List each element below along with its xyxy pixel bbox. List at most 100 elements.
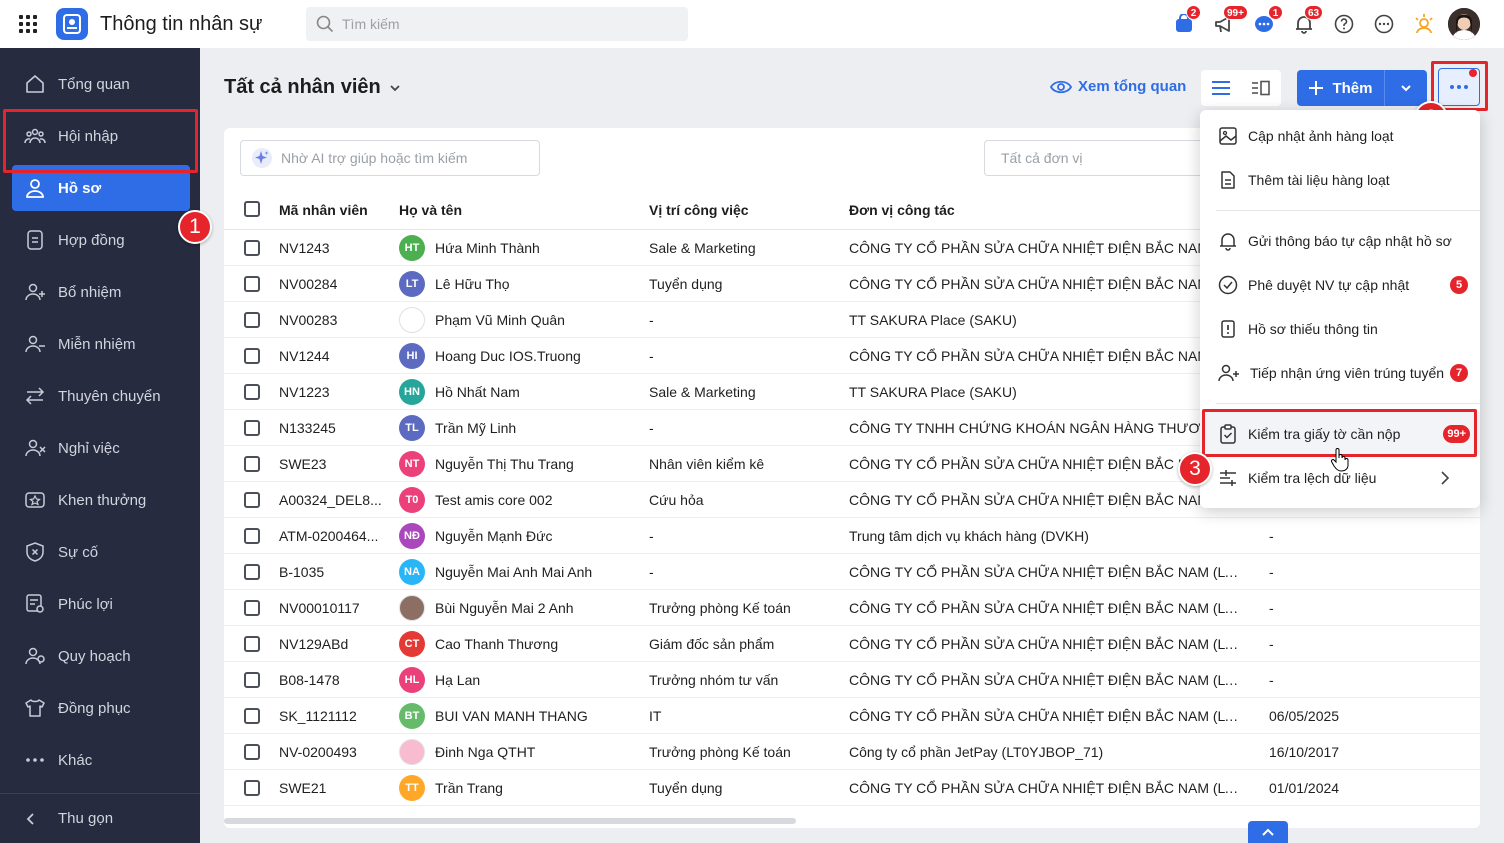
column-header-id[interactable]: Mã nhân viên	[279, 202, 368, 218]
app-launcher-button[interactable]	[0, 0, 56, 48]
user-avatar-button[interactable]	[1444, 0, 1484, 48]
page-title[interactable]: Tất cả nhân viên	[224, 76, 401, 99]
unit-filter-select[interactable]: Tất cả đơn vị	[984, 140, 1214, 176]
row-checkbox[interactable]	[244, 384, 260, 400]
image-icon	[1219, 127, 1237, 145]
store-button[interactable]: 2	[1164, 0, 1204, 48]
employee-name[interactable]: BUI VAN MANH THANG	[435, 708, 635, 724]
sidebar-item-reward[interactable]: Khen thưởng	[12, 477, 190, 523]
menu-item-incomplete-profiles[interactable]: Hồ sơ thiếu thông tin	[1200, 307, 1480, 351]
employee-name[interactable]: Hứa Minh Thành	[435, 240, 635, 256]
row-checkbox[interactable]	[244, 420, 260, 436]
table-row[interactable]: B08-1478 HL Hạ Lan Trưởng nhóm tư vấn CÔNG T…	[224, 662, 1480, 698]
column-header-name[interactable]: Họ và tên	[399, 202, 462, 218]
overview-link-label: Xem tổng quan	[1078, 78, 1187, 95]
scroll-to-top-button[interactable]	[1248, 821, 1288, 843]
avatar: HL	[399, 667, 425, 693]
sidebar-item-dismissal[interactable]: Miễn nhiệm	[12, 321, 190, 367]
row-checkbox[interactable]	[244, 456, 260, 472]
row-checkbox[interactable]	[244, 672, 260, 688]
sidebar-item-appointment[interactable]: Bổ nhiệm	[12, 269, 190, 315]
sidebar-item-other[interactable]: Khác	[12, 737, 190, 783]
notification-button[interactable]: 63	[1284, 0, 1324, 48]
select-all-checkbox[interactable]	[244, 201, 260, 217]
sidebar-item-uniform[interactable]: Đồng phục	[12, 685, 190, 731]
table-row[interactable]: NV-0200493 Đinh Nga QTHT Trưởng phòng Kế t…	[224, 734, 1480, 770]
ai-search-input[interactable]: Nhờ AI trợ giúp hoặc tìm kiếm	[240, 140, 540, 176]
table-row[interactable]: NV129ABd CT Cao Thanh Thương Giám đốc sản p…	[224, 626, 1480, 662]
table-row[interactable]: SK_1121112 BT BUI VAN MANH THANG IT CÔNG TY …	[224, 698, 1480, 734]
menu-item-receive-candidates[interactable]: Tiếp nhận ứng viên trúng tuyển 7	[1200, 351, 1480, 395]
sidebar-item-label: Khác	[58, 751, 93, 769]
table-row[interactable]: ATM-0200464... NĐ Nguyễn Mạnh Đức - Trung tâ…	[224, 518, 1480, 554]
employee-name[interactable]: Hoang Duc IOS.Truong	[435, 348, 635, 364]
menu-item-bulk-document-add[interactable]: Thêm tài liệu hàng loạt	[1200, 158, 1480, 202]
row-checkbox[interactable]	[244, 708, 260, 724]
row-checkbox[interactable]	[244, 636, 260, 652]
sidebar-item-transfer[interactable]: Thuyên chuyển	[12, 373, 190, 419]
employee-name[interactable]: Hồ Nhất Nam	[435, 384, 635, 400]
split-view-button[interactable]	[1241, 70, 1281, 106]
row-checkbox[interactable]	[244, 600, 260, 616]
employee-name[interactable]: Đinh Nga QTHT	[435, 744, 635, 760]
avatar: T0	[399, 487, 425, 513]
add-button[interactable]: Thêm	[1297, 70, 1385, 106]
row-checkbox[interactable]	[244, 312, 260, 328]
status-button[interactable]	[1404, 0, 1444, 48]
work-unit: Trung tâm dịch vụ khách hàng (DVKH)	[849, 528, 1089, 544]
add-dropdown-button[interactable]	[1385, 70, 1427, 106]
employee-name[interactable]: Hạ Lan	[435, 672, 635, 688]
row-checkbox[interactable]	[244, 240, 260, 256]
search-input[interactable]: Tìm kiếm	[306, 7, 688, 41]
work-unit: Công ty cổ phần JetPay (LT0YJBOP_71)	[849, 744, 1104, 760]
avatar	[399, 739, 425, 765]
row-checkbox[interactable]	[244, 744, 260, 760]
sidebar-item-incident[interactable]: Sự cố	[12, 529, 190, 575]
employee-name[interactable]: Cao Thanh Thương	[435, 636, 635, 652]
column-header-position[interactable]: Vị trí công việc	[649, 202, 749, 218]
chat-button[interactable]: 1	[1244, 0, 1284, 48]
list-view-button[interactable]	[1201, 70, 1241, 106]
table-row[interactable]: NV00010117 Bùi Nguyễn Mai 2 Anh Trưởng phò…	[224, 590, 1480, 626]
employee-name[interactable]: Test amis core 002	[435, 492, 635, 508]
sidebar-item-contract[interactable]: Hợp đồng	[12, 217, 190, 263]
avatar: TT	[399, 775, 425, 801]
horizontal-scrollbar[interactable]	[224, 818, 796, 824]
row-checkbox[interactable]	[244, 564, 260, 580]
work-unit: CÔNG TY CỔ PHẦN SỬA CHỮA NHIỆT ĐIỆN BẮC …	[849, 780, 1244, 796]
employee-name[interactable]: Nguyễn Mai Anh Mai Anh	[435, 564, 635, 580]
row-checkbox[interactable]	[244, 780, 260, 796]
sidebar-item-overview[interactable]: Tổng quan	[12, 61, 190, 107]
sidebar-item-label: Đồng phục	[58, 699, 131, 717]
work-unit: CÔNG TY CỔ PHẦN SỬA CHỮA NHIỆT ĐIỆN BẮC …	[849, 600, 1244, 616]
employee-name[interactable]: Bùi Nguyễn Mai 2 Anh	[435, 600, 635, 616]
avatar: NĐ	[399, 523, 425, 549]
menu-item-send-self-update-notice[interactable]: Gửi thông báo tự cập nhật hồ sơ	[1200, 219, 1480, 263]
table-row[interactable]: B-1035 NA Nguyễn Mai Anh Mai Anh - CÔNG TY C…	[224, 554, 1480, 590]
column-header-unit[interactable]: Đơn vị công tác	[849, 202, 955, 218]
employee-name[interactable]: Trần Mỹ Linh	[435, 420, 635, 436]
employee-name[interactable]: Nguyễn Thị Thu Trang	[435, 456, 635, 472]
overview-link[interactable]: Xem tổng quan	[1050, 78, 1186, 95]
row-checkbox[interactable]	[244, 348, 260, 364]
announcement-button[interactable]: 99+	[1204, 0, 1248, 48]
notification-badge: 63	[1304, 5, 1324, 20]
table-row[interactable]: SWE21 TT Trần Trang Tuyển dụng CÔNG TY CỔ PH…	[224, 770, 1480, 806]
sidebar-item-resignation[interactable]: Nghỉ việc	[12, 425, 190, 471]
menu-item-approve-self-update[interactable]: Phê duyệt NV tự cập nhật 5	[1200, 263, 1480, 307]
more-apps-button[interactable]	[1364, 0, 1404, 48]
sidebar-item-label: Miễn nhiệm	[58, 335, 136, 353]
sidebar-item-benefit[interactable]: Phúc lợi	[12, 581, 190, 627]
row-checkbox[interactable]	[244, 276, 260, 292]
employee-name[interactable]: Phạm Vũ Minh Quân	[435, 312, 635, 328]
menu-item-bulk-photo-update[interactable]: Cập nhật ảnh hàng loạt	[1200, 114, 1480, 158]
collapse-sidebar-button[interactable]: Thu gọn	[0, 793, 200, 843]
employee-name[interactable]: Trần Trang	[435, 780, 635, 796]
row-checkbox[interactable]	[244, 492, 260, 508]
help-button[interactable]	[1324, 0, 1364, 48]
profile-icon	[26, 179, 44, 198]
sidebar-item-planning[interactable]: Quy hoạch	[12, 633, 190, 679]
employee-name[interactable]: Nguyễn Mạnh Đức	[435, 528, 635, 544]
employee-name[interactable]: Lê Hữu Thọ	[435, 276, 635, 292]
row-checkbox[interactable]	[244, 528, 260, 544]
